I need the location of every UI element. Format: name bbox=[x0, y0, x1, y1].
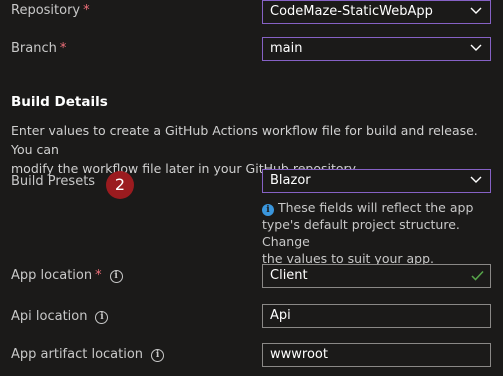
branch-value: main bbox=[270, 41, 303, 56]
required-marker: * bbox=[95, 268, 102, 283]
step-badge: 2 bbox=[106, 171, 134, 199]
build-details-heading: Build Details bbox=[11, 94, 108, 110]
description-line-1: Enter values to create a GitHub Actions … bbox=[11, 123, 478, 157]
info-icon[interactable]: i bbox=[151, 349, 165, 362]
required-marker: * bbox=[83, 3, 90, 18]
checkmark-icon bbox=[471, 270, 484, 281]
api-location-label-text: Api location bbox=[11, 309, 88, 324]
app-artifact-location-input[interactable]: wwwroot bbox=[262, 343, 491, 367]
repository-label: Repository * bbox=[11, 3, 90, 18]
branch-label-text: Branch bbox=[11, 41, 57, 56]
build-presets-select[interactable]: Blazor bbox=[262, 169, 491, 193]
app-location-input[interactable]: Client bbox=[262, 264, 491, 288]
api-location-value: Api bbox=[270, 308, 291, 323]
hint-line-1: These fields will reflect the app bbox=[278, 200, 474, 215]
build-presets-hint: i These fields will reflect the app type'… bbox=[262, 199, 497, 267]
app-artifact-location-label: App artifact location i bbox=[11, 347, 165, 362]
app-location-value: Client bbox=[270, 268, 308, 283]
info-icon[interactable]: i bbox=[95, 311, 109, 324]
required-marker: * bbox=[59, 41, 67, 56]
chevron-down-icon bbox=[470, 176, 482, 183]
build-presets-label: Build Presets bbox=[11, 174, 96, 189]
branch-label: Branch * bbox=[11, 41, 66, 56]
app-location-label-text: App location bbox=[11, 268, 93, 283]
info-icon: i bbox=[262, 204, 274, 216]
branch-select[interactable]: main bbox=[262, 37, 491, 61]
info-icon[interactable]: i bbox=[109, 270, 123, 283]
repository-value: CodeMaze-StaticWebApp bbox=[270, 4, 433, 19]
repository-select[interactable]: CodeMaze-StaticWebApp bbox=[262, 0, 491, 24]
repository-label-text: Repository bbox=[11, 3, 81, 18]
api-location-input[interactable]: Api bbox=[262, 304, 491, 328]
app-location-label: App location * i bbox=[11, 268, 123, 283]
chevron-down-icon bbox=[470, 7, 482, 14]
api-location-label: Api location i bbox=[11, 309, 109, 324]
app-artifact-location-value: wwwroot bbox=[270, 347, 328, 362]
app-artifact-location-label-text: App artifact location bbox=[11, 347, 144, 362]
chevron-down-icon bbox=[470, 44, 482, 51]
build-presets-value: Blazor bbox=[270, 173, 311, 188]
hint-line-2: type's default project structure. Change bbox=[262, 217, 460, 249]
